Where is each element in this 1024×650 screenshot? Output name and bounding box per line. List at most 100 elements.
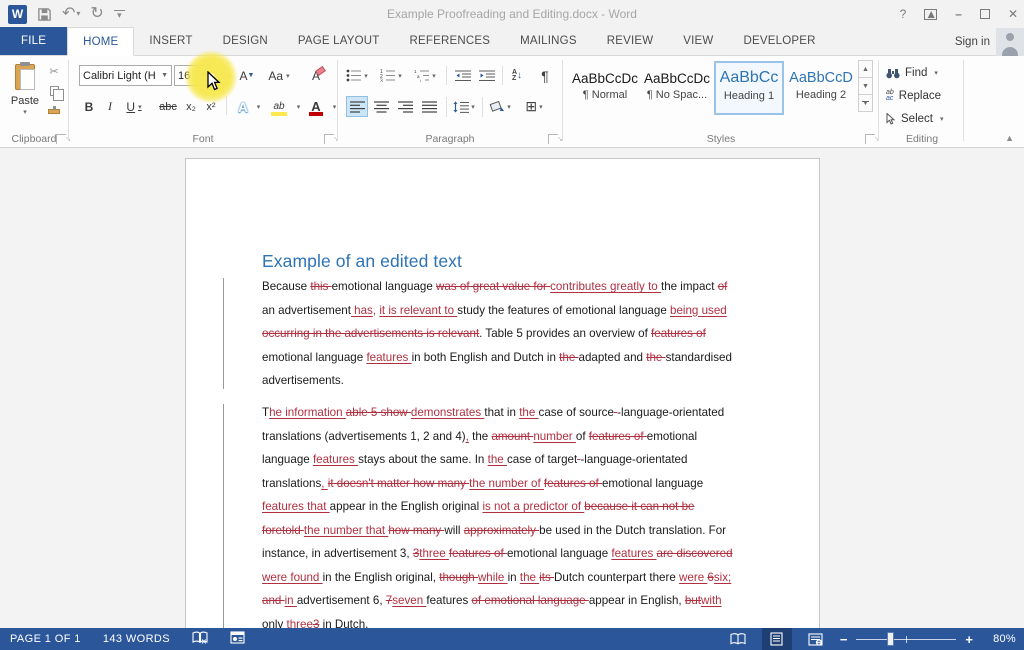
shrink-font-button[interactable]: A▼ (238, 65, 256, 86)
change-case-button[interactable]: Aa▾ (266, 65, 292, 86)
select-caret-icon: ▾ (940, 115, 944, 123)
inserted-text-run: number (533, 430, 576, 443)
copy-button[interactable] (46, 83, 62, 98)
inserted-text-run: it is relevant to (379, 304, 457, 317)
tab-view[interactable]: VIEW (668, 27, 728, 55)
tab-references[interactable]: REFERENCES (395, 27, 506, 55)
increase-indent-button[interactable] (476, 65, 498, 86)
help-icon[interactable]: ? (900, 7, 907, 21)
document-page[interactable]: Example of an edited text Because this e… (185, 158, 820, 628)
print-layout-button[interactable] (762, 628, 792, 650)
style-no-spac[interactable]: AaBbCcDc¶ No Spac... (642, 61, 712, 115)
macro-record-icon[interactable] (230, 631, 245, 647)
highlight-caret-icon[interactable]: ▾ (292, 96, 302, 117)
bullets-button[interactable]: ▾ (346, 65, 368, 86)
account-avatar[interactable] (996, 28, 1024, 56)
clear-formatting-button[interactable]: A (306, 65, 326, 86)
text-effects-caret-icon[interactable]: ▾ (252, 96, 262, 117)
tab-insert[interactable]: INSERT (134, 27, 207, 55)
replace-button[interactable]: abac Replace (886, 86, 941, 106)
tab-mailings[interactable]: MAILINGS (505, 27, 592, 55)
minimize-icon[interactable]: – (955, 7, 962, 21)
text-line: advertisements. (262, 369, 754, 393)
justify-button[interactable] (418, 96, 440, 117)
text-run: will (444, 524, 463, 537)
collapse-ribbon-icon[interactable]: ▲ (1005, 133, 1014, 143)
italic-button[interactable]: I (104, 96, 116, 117)
font-name-value: Calibri Light (H (83, 70, 156, 82)
sign-in-link[interactable]: Sign in (955, 28, 990, 56)
style-label: Heading 2 (796, 89, 846, 101)
styles-dialog-launcher[interactable] (865, 134, 875, 144)
styles-group-label: Styles (565, 133, 877, 145)
shading-button[interactable]: ▾ (486, 96, 514, 117)
zoom-slider[interactable] (856, 628, 956, 650)
paragraph-group-label: Paragraph (340, 133, 560, 145)
styles-scroll-down-icon[interactable]: ▼ (858, 77, 873, 95)
align-right-button[interactable] (394, 96, 416, 117)
line-spacing-button[interactable]: ▾ (450, 96, 478, 117)
customize-qat-icon[interactable]: ▾ (114, 10, 125, 18)
redo-button[interactable]: ↻ (90, 6, 103, 22)
text-run: -language-orientated (617, 406, 724, 419)
clipboard-group: Paste ▾ ✂ Clipboard (0, 56, 68, 147)
sort-button[interactable]: AZ↓ (506, 65, 528, 86)
page-indicator[interactable]: PAGE 1 OF 1 (10, 633, 81, 645)
save-icon[interactable] (37, 7, 52, 22)
highlight-color-button[interactable]: ab (268, 96, 290, 117)
clipboard-dialog-launcher[interactable] (56, 134, 66, 144)
zoom-slider-thumb[interactable] (887, 632, 894, 646)
decrease-indent-button[interactable] (452, 65, 474, 86)
styles-group: AaBbCcDc¶ NormalAaBbCcDc¶ No Spac...AaBb… (565, 56, 877, 147)
undo-button[interactable]: ↶▾ (62, 6, 80, 22)
format-painter-button[interactable] (46, 102, 62, 117)
align-left-button[interactable] (346, 96, 368, 117)
line-spacing-caret-icon: ▾ (471, 103, 475, 111)
read-mode-button[interactable] (723, 628, 753, 650)
numbering-button[interactable]: 123 ▾ (380, 65, 402, 86)
align-center-button[interactable] (370, 96, 392, 117)
font-color-button[interactable]: A (306, 96, 326, 117)
undo-caret-icon[interactable]: ▾ (76, 10, 80, 18)
inserted-text-run: he information (269, 406, 346, 419)
bold-button[interactable]: B (82, 96, 96, 117)
show-hide-pilcrow-button[interactable]: ¶ (534, 65, 556, 86)
ribbon-display-options-icon[interactable]: ▲ (924, 9, 937, 20)
tab-file[interactable]: FILE (0, 27, 67, 55)
font-dialog-launcher[interactable] (324, 134, 334, 144)
select-button[interactable]: Select▾ (886, 109, 943, 129)
style-heading-2[interactable]: AaBbCcDHeading 2 (786, 61, 856, 115)
tab-home[interactable]: HOME (67, 27, 134, 56)
deleted-text-run: and (262, 594, 285, 607)
font-name-combo[interactable]: Calibri Light (H▼ (79, 65, 172, 86)
zoom-percentage[interactable]: 80% (982, 633, 1016, 645)
style-heading-1[interactable]: AaBbCcHeading 1 (714, 61, 784, 115)
deleted-text-run: but (685, 594, 701, 607)
underline-button[interactable]: U▾ (122, 96, 146, 117)
styles-scroll-up-icon[interactable]: ▲ (858, 60, 873, 78)
strikethrough-button[interactable]: abc (156, 96, 180, 117)
text-effects-button[interactable]: A (234, 96, 252, 117)
tab-page-layout[interactable]: PAGE LAYOUT (283, 27, 395, 55)
tab-review[interactable]: REVIEW (592, 27, 669, 55)
close-icon[interactable]: ✕ (1008, 7, 1018, 21)
paragraph-dialog-launcher[interactable] (548, 134, 558, 144)
paste-button[interactable]: Paste ▾ (4, 62, 46, 138)
zoom-in-button[interactable]: + (965, 632, 973, 647)
cut-button[interactable]: ✂ (46, 64, 62, 79)
borders-button[interactable]: ⊞▾ (520, 96, 548, 117)
proofing-error-icon[interactable]: ✕ (192, 631, 208, 648)
text-run: study the features of emotional language (457, 304, 670, 317)
find-button[interactable]: Find▾ (886, 63, 938, 83)
inserted-text-run: being used (670, 304, 727, 317)
maximize-icon[interactable] (980, 9, 990, 19)
word-count[interactable]: 143 WORDS (103, 633, 170, 645)
multilevel-list-button[interactable]: 1ai ▾ (414, 65, 436, 86)
tab-developer[interactable]: DEVELOPER (728, 27, 830, 55)
web-layout-button[interactable] (801, 628, 831, 650)
style-normal[interactable]: AaBbCcDc¶ Normal (570, 61, 640, 115)
styles-more-icon[interactable]: ▼ (858, 94, 873, 112)
inserted-text-run: the number of (469, 477, 544, 490)
word-logo-icon[interactable]: W (8, 5, 27, 24)
zoom-out-button[interactable]: − (840, 632, 848, 647)
